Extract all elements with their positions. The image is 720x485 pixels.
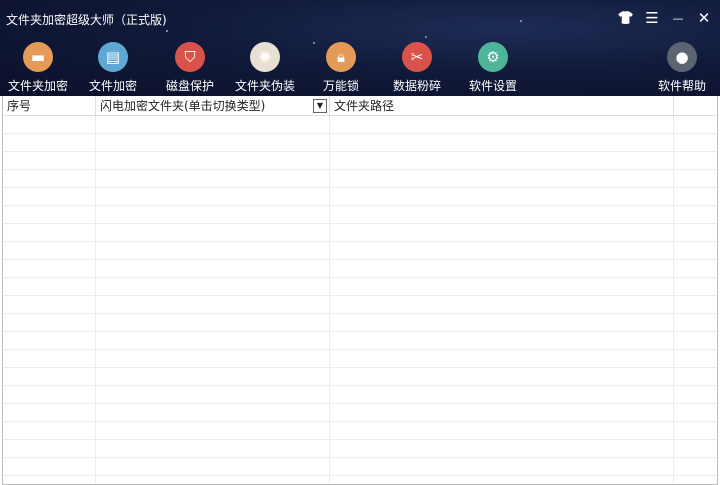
table-header: 序号 闪电加密文件夹(单击切换类型) ▼ 文件夹路径: [3, 96, 717, 116]
shield-icon: ⛉: [175, 42, 205, 72]
toolbar-label: 文件夹加密: [7, 79, 68, 93]
toolbar-label: 磁盘保护: [165, 79, 214, 93]
window-title: 文件夹加密超级大师（正式版): [6, 13, 167, 27]
toolbar-button-shield[interactable]: ⛉ 磁盘保护: [152, 42, 228, 94]
star-decor: [166, 30, 168, 32]
folder-icon: ▬: [23, 42, 53, 72]
toolbar-button-scissors[interactable]: ✂ 数据粉碎: [379, 42, 455, 94]
toolbar-button-folder[interactable]: ▬ 文件夹加密: [0, 42, 76, 94]
lock-icon: 🔒︎: [326, 42, 356, 72]
toolbar-button-user[interactable]: ● 软件帮助: [644, 42, 720, 94]
toolbar-label: 文件夹伪装: [234, 79, 295, 93]
gear-icon: ⚙: [478, 42, 508, 72]
close-icon[interactable]: ✕: [696, 8, 712, 28]
toolbar-button-lock[interactable]: 🔒︎ 万能锁: [303, 42, 379, 94]
toolbar-button-palette[interactable]: ✺ 文件夹伪装: [227, 42, 303, 94]
toolbar-label: 文件加密: [88, 79, 137, 93]
minimize-icon[interactable]: —: [670, 8, 686, 28]
toolbar-label: 软件帮助: [657, 79, 706, 93]
toolbar-label: 软件设置: [468, 79, 517, 93]
menu-icon[interactable]: ☰: [644, 8, 660, 28]
user-icon: ●: [667, 42, 697, 72]
star-decor: [425, 36, 427, 38]
column-header-type-label: 闪电加密文件夹(单击切换类型): [100, 99, 266, 113]
header-bar: 文件夹加密超级大师（正式版) 👕 ☰ — ✕ ▬ 文件夹加密 ▤ 文件加密 ⛉ 磁盘保护 ✺…: [0, 0, 720, 96]
star-decor: [520, 20, 522, 22]
toolbar-button-gear[interactable]: ⚙ 软件设置: [455, 42, 531, 94]
clipboard-icon: ▤: [98, 42, 128, 72]
folder-table[interactable]: 序号 闪电加密文件夹(单击切换类型) ▼ 文件夹路径: [2, 96, 718, 485]
toolbar-button-clipboard[interactable]: ▤ 文件加密: [75, 42, 151, 94]
column-header-type[interactable]: 闪电加密文件夹(单击切换类型) ▼: [96, 96, 330, 116]
toolbar-label: 万能锁: [322, 79, 359, 93]
palette-icon: ✺: [250, 42, 280, 72]
column-header-path[interactable]: 文件夹路径: [330, 96, 674, 116]
scissors-icon: ✂: [402, 42, 432, 72]
dropdown-arrow-icon[interactable]: ▼: [313, 99, 327, 113]
column-header-index[interactable]: 序号: [3, 96, 96, 116]
skin-icon[interactable]: 👕: [618, 8, 634, 28]
column-header-extra: [674, 96, 717, 116]
toolbar-label: 数据粉碎: [392, 79, 441, 93]
